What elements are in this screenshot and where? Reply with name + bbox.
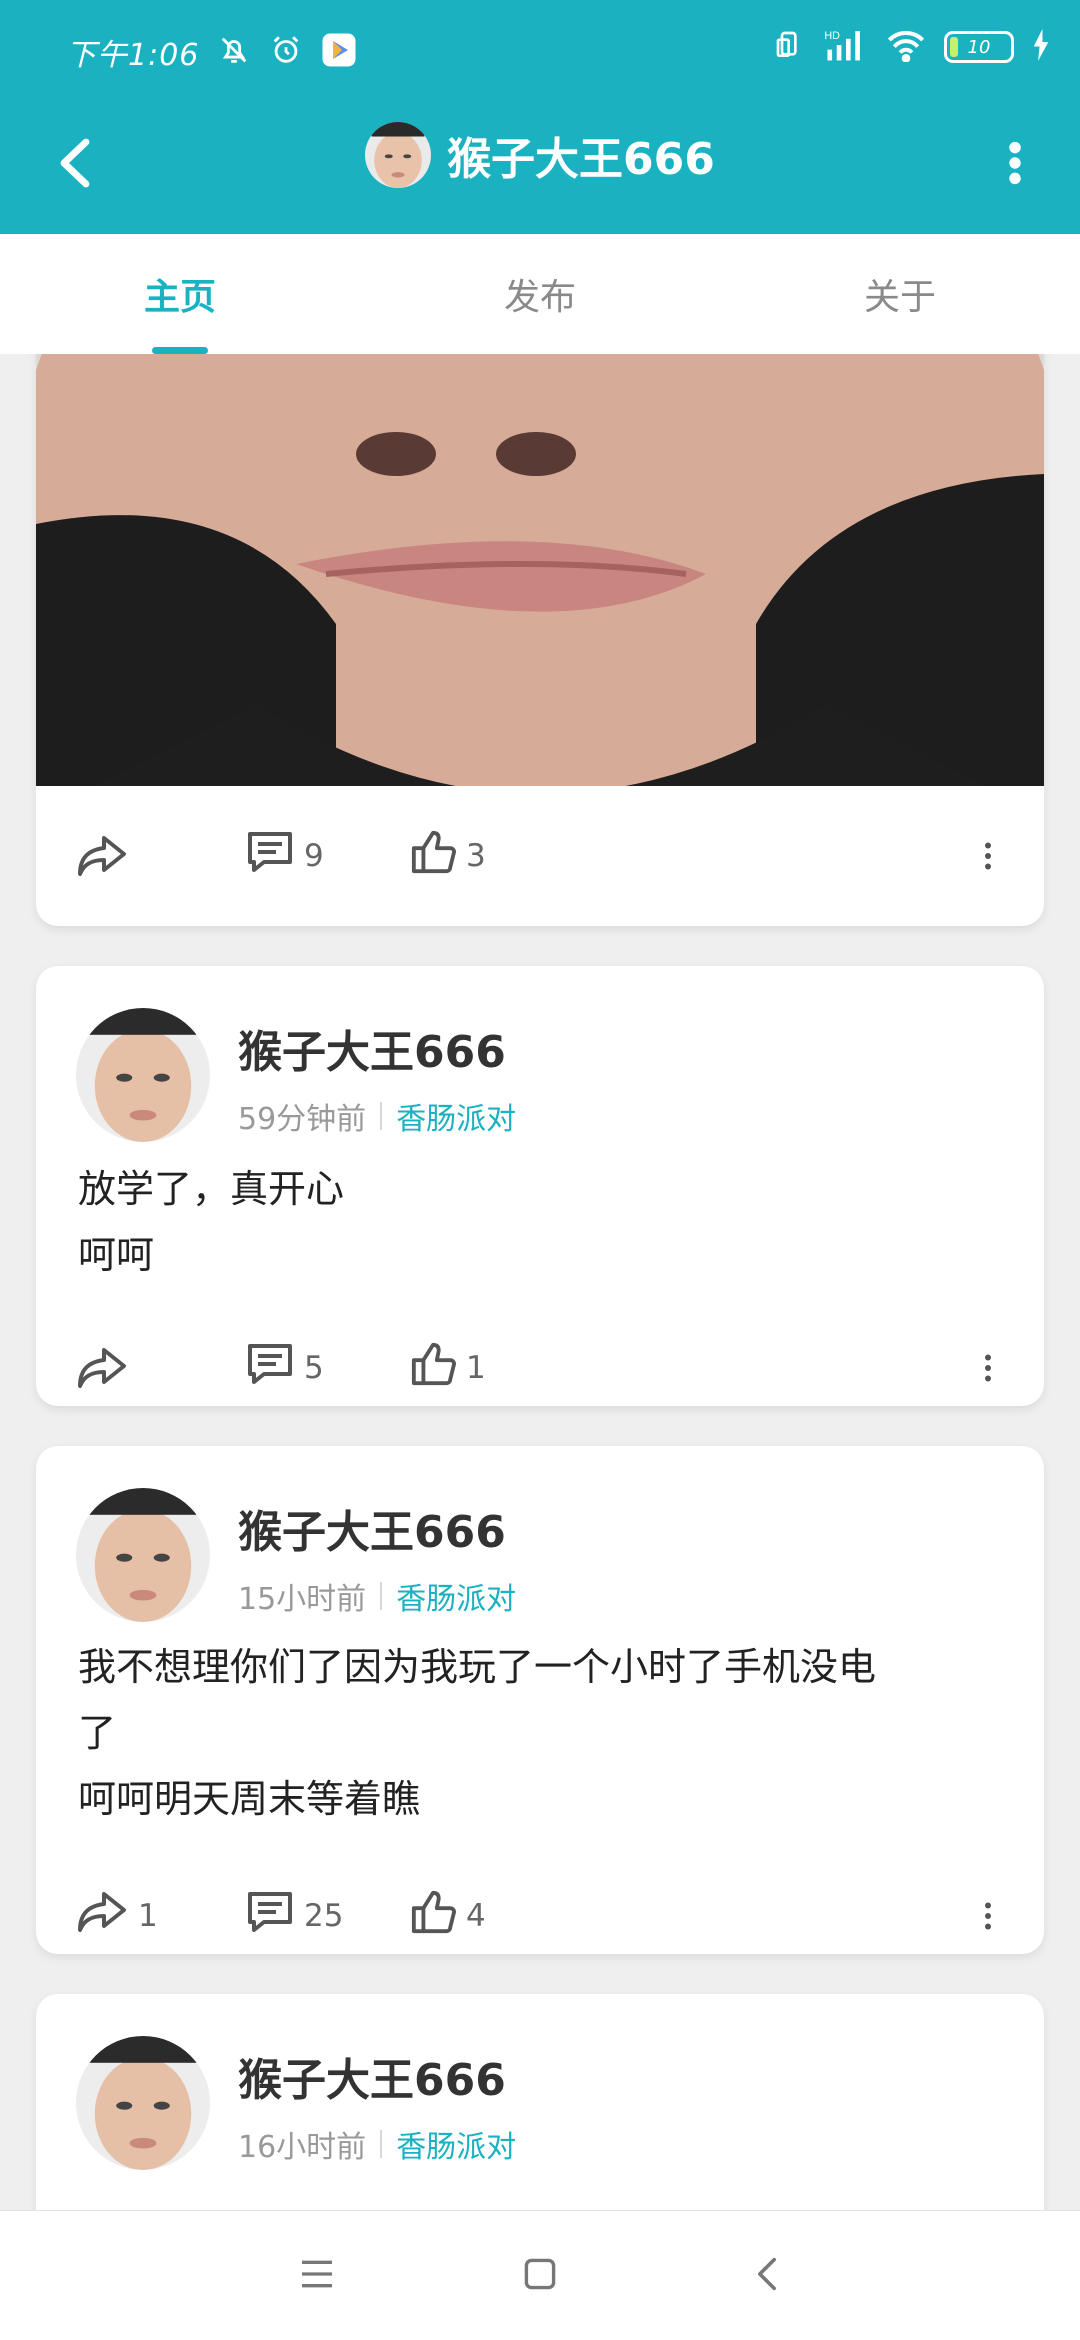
post-text-line: 了 — [78, 1711, 117, 1755]
post-header: 猴子大王666 16小时前 香肠派对 — [76, 2036, 516, 2170]
post-photo[interactable] — [36, 354, 1044, 786]
thumbs-up-icon — [410, 829, 456, 883]
like-count: 1 — [466, 1350, 486, 1386]
like-button[interactable]: 1 — [410, 1328, 486, 1408]
comment-icon — [246, 1342, 294, 1394]
play-store-icon — [321, 32, 357, 72]
status-bar: 下午1:06 HD 10 — [0, 0, 1080, 100]
recent-apps-button[interactable] — [282, 2241, 352, 2311]
topic-link[interactable]: 香肠派对 — [396, 1574, 516, 1618]
alarm-icon — [269, 33, 303, 71]
tab-home[interactable]: 主页 — [0, 234, 360, 354]
comment-button[interactable]: 5 — [246, 1328, 324, 1408]
post-time: 15小时前 — [238, 1582, 367, 1617]
author-name[interactable]: 猴子大王666 — [238, 1016, 516, 1080]
share-count: 1 — [138, 1898, 158, 1934]
post-text: 我不想理你们了因为我玩了一个小时了手机没电 了 呵呵明天周末等着瞧 — [78, 1634, 1018, 1832]
comment-count: 9 — [304, 838, 324, 874]
post-text: 放学了，真开心 呵呵 — [78, 1156, 1018, 1288]
comment-button[interactable]: 25 — [246, 1876, 343, 1956]
post-card[interactable]: 猴子大王666 59分钟前 香肠派对 放学了，真开心 呵呵 5 1 — [36, 966, 1044, 1406]
post-time: 16小时前 — [238, 2130, 367, 2165]
post-card[interactable]: 猴子大王666 16小时前 香肠派对 — [36, 1994, 1044, 2210]
vibrate-icon — [774, 29, 806, 65]
post-header: 猴子大王666 59分钟前 香肠派对 — [76, 1008, 516, 1142]
share-button[interactable] — [76, 816, 128, 896]
battery-level: 10 — [967, 36, 991, 58]
author-name[interactable]: 猴子大王666 — [238, 2044, 516, 2108]
system-nav-bar — [0, 2210, 1080, 2340]
post-header: 猴子大王666 15小时前 香肠派对 — [76, 1488, 516, 1622]
more-options-button[interactable] — [980, 130, 1050, 200]
tab-bar: 主页 发布 关于 — [0, 234, 1080, 354]
divider — [380, 1102, 383, 1130]
battery-icon: 10 — [944, 31, 1014, 63]
post-actions: 9 3 — [36, 816, 1044, 896]
menu-icon — [300, 2259, 334, 2293]
post-text-line: 我不想理你们了因为我玩了一个小时了手机没电 — [78, 1645, 877, 1689]
post-card[interactable]: 猴子大王666 15小时前 香肠派对 我不想理你们了因为我玩了一个小时了手机没电… — [36, 1446, 1044, 1954]
post-text-line: 呵呵 — [78, 1233, 155, 1277]
like-count: 3 — [466, 838, 486, 874]
post-text-line: 放学了，真开心 — [78, 1167, 345, 1211]
avatar[interactable] — [76, 2036, 210, 2170]
comment-count: 25 — [304, 1898, 344, 1934]
back-triangle-icon — [755, 2256, 779, 2296]
post-more-button[interactable] — [968, 1876, 1008, 1956]
share-button[interactable]: 1 — [76, 1876, 158, 1956]
divider — [380, 1582, 383, 1610]
home-square-icon — [523, 2257, 557, 2295]
topic-link[interactable]: 香肠派对 — [396, 1094, 516, 1138]
top-app-bar: 猴子大王666 — [0, 100, 1080, 234]
share-button[interactable] — [76, 1328, 128, 1408]
avatar[interactable] — [76, 1488, 210, 1622]
comment-count: 5 — [304, 1350, 324, 1386]
author-name[interactable]: 猴子大王666 — [238, 1496, 516, 1560]
like-count: 4 — [466, 1898, 486, 1934]
comment-button[interactable]: 9 — [246, 816, 324, 896]
post-text-line: 呵呵明天周末等着瞧 — [78, 1777, 421, 1821]
wifi-icon — [886, 28, 926, 66]
avatar[interactable] — [76, 1008, 210, 1142]
status-right: HD 10 — [774, 28, 1050, 66]
post-actions: 1 25 4 — [36, 1876, 1044, 1956]
network-label: HD — [824, 30, 840, 42]
share-icon — [76, 1890, 128, 1942]
thumbs-up-icon — [410, 1889, 456, 1943]
topic-link[interactable]: 香肠派对 — [396, 2122, 516, 2166]
like-button[interactable]: 3 — [410, 816, 486, 896]
status-time: 下午1:06 — [66, 38, 200, 73]
thumbs-up-icon — [410, 1341, 456, 1395]
profile-title: 猴子大王666 — [0, 122, 1080, 188]
signal-icon: HD — [824, 28, 868, 66]
mute-bell-icon — [217, 33, 251, 71]
comment-icon — [246, 830, 294, 882]
post-card: 9 3 — [36, 354, 1044, 926]
post-more-button[interactable] — [968, 816, 1008, 896]
more-vertical-icon — [1008, 141, 1022, 189]
divider — [380, 2130, 383, 2158]
like-button[interactable]: 4 — [410, 1876, 486, 1956]
charging-icon — [1032, 29, 1050, 65]
tab-posts[interactable]: 发布 — [360, 234, 720, 354]
home-button[interactable] — [505, 2241, 575, 2311]
post-actions: 5 1 — [36, 1328, 1044, 1408]
post-feed[interactable]: 9 3 猴子大王666 59分钟前 香肠派对 放学了，真开心 呵呵 5 1 猴子… — [0, 354, 1080, 2210]
back-nav-button[interactable] — [732, 2241, 802, 2311]
status-left: 下午1:06 — [66, 30, 357, 74]
comment-icon — [246, 1890, 294, 1942]
post-time: 59分钟前 — [238, 1102, 367, 1137]
post-more-button[interactable] — [968, 1328, 1008, 1408]
tab-about[interactable]: 关于 — [720, 234, 1080, 354]
avatar[interactable] — [365, 122, 432, 188]
page-title: 猴子大王666 — [447, 134, 715, 185]
